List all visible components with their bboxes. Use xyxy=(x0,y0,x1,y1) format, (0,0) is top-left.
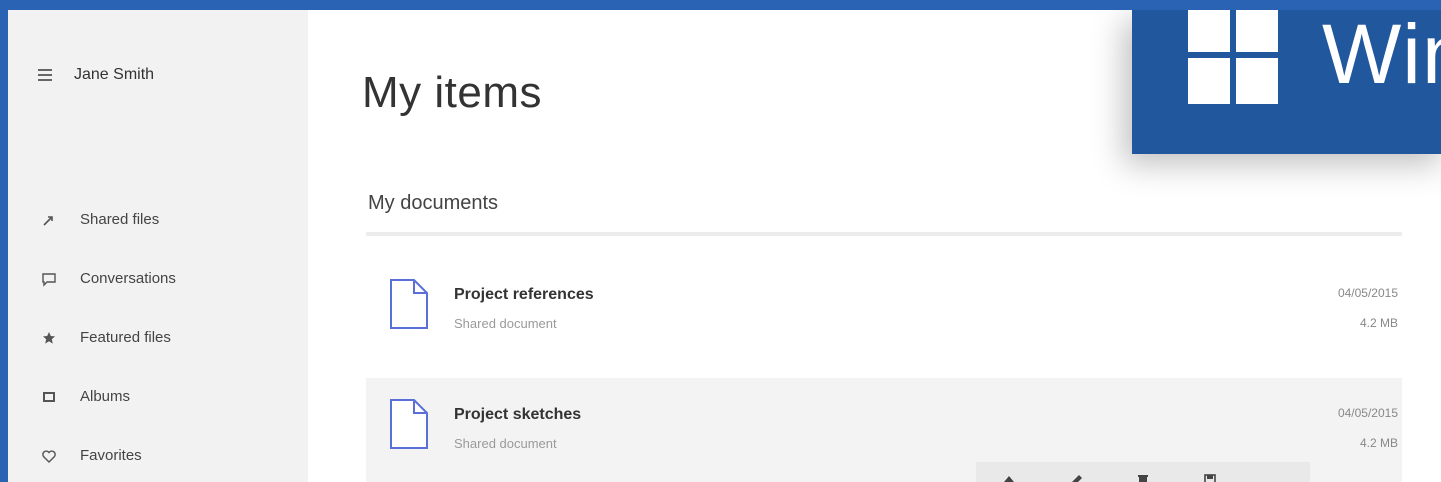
list-item[interactable]: Project references Shared document 04/05… xyxy=(366,258,1402,370)
sidebar-item-label: Favorites xyxy=(80,447,142,464)
command-bar xyxy=(976,462,1310,482)
save-icon[interactable] xyxy=(1197,468,1223,482)
hamburger-menu-icon[interactable] xyxy=(38,69,52,81)
document-list: Project references Shared document 04/05… xyxy=(366,258,1402,482)
document-date: 04/05/2015 xyxy=(1337,286,1398,300)
document-name: Project sketches xyxy=(454,406,582,423)
document-icon xyxy=(390,279,428,329)
share-icon xyxy=(38,209,60,231)
document-name: Project references xyxy=(454,286,594,303)
sidebar-item-conversations[interactable]: Conversations xyxy=(38,249,176,308)
star-icon xyxy=(38,327,60,349)
sidebar-item-featured-files[interactable]: Featured files xyxy=(38,308,176,367)
heart-icon xyxy=(38,445,60,467)
upload-icon[interactable] xyxy=(996,468,1022,482)
sidebar-item-label: Shared files xyxy=(80,211,160,228)
windows-banner: Win xyxy=(1132,10,1441,154)
sidebar-item-albums[interactable]: Albums xyxy=(38,367,176,426)
windows-logo-text: Win xyxy=(1322,10,1441,101)
document-icon xyxy=(390,399,428,449)
sidebar-nav: Shared files Conversations Featured file… xyxy=(38,190,176,482)
user-name: Jane Smith xyxy=(74,66,155,83)
document-date: 04/05/2015 xyxy=(1337,406,1398,420)
windows-logo-icon xyxy=(1188,10,1278,104)
sidebar-item-shared-files[interactable]: Shared files xyxy=(38,190,176,249)
sidebar-item-label: Conversations xyxy=(80,270,176,287)
user-menu[interactable]: Jane Smith xyxy=(38,66,154,84)
sidebar-item-label: Featured files xyxy=(80,329,171,346)
app-window: Jane Smith Shared files Conversations Fe… xyxy=(8,10,1441,482)
more-icon[interactable] xyxy=(1264,468,1290,482)
section-title: My documents xyxy=(368,192,499,214)
document-subtitle: Shared document xyxy=(454,316,557,331)
chat-icon xyxy=(38,268,60,290)
sidebar: Jane Smith Shared files Conversations Fe… xyxy=(8,10,308,482)
document-size: 4.2 MB xyxy=(1359,436,1398,450)
album-icon xyxy=(38,386,60,408)
section-divider xyxy=(366,232,1402,236)
page-title: My items xyxy=(362,68,542,117)
sidebar-item-favorites[interactable]: Favorites xyxy=(38,426,176,482)
document-subtitle: Shared document xyxy=(454,436,557,451)
delete-icon[interactable] xyxy=(1130,468,1156,482)
edit-icon[interactable] xyxy=(1063,468,1089,482)
sidebar-item-label: Albums xyxy=(80,388,131,405)
document-size: 4.2 MB xyxy=(1359,316,1398,330)
